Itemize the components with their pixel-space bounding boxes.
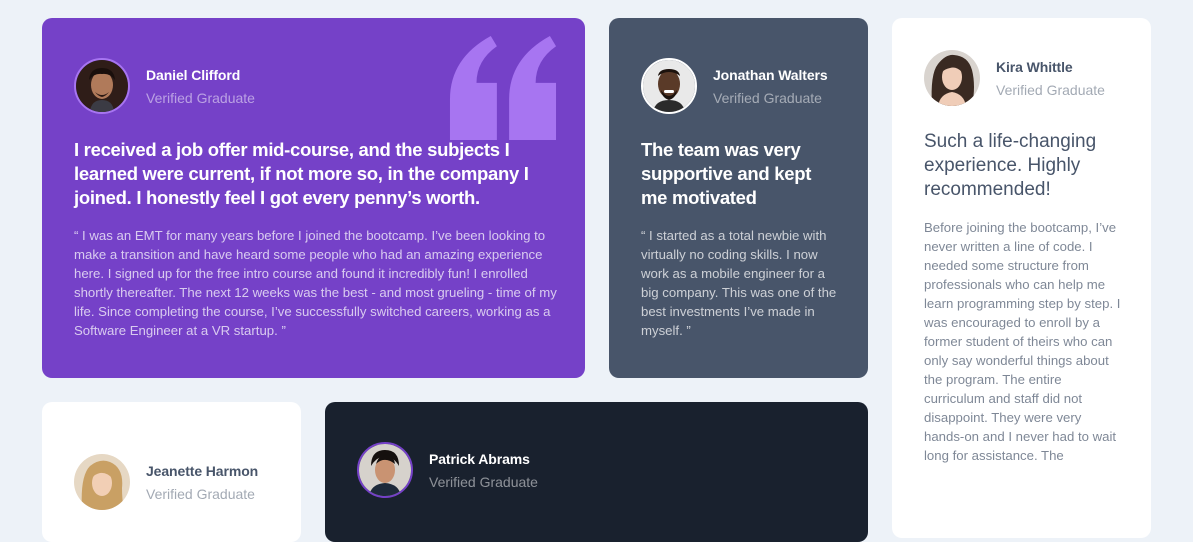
testimonial-headline: The team was very supportive and kept me… (641, 139, 812, 208)
testimonial-body: Before joining the bootcamp, I’ve never … (924, 220, 1121, 463)
author-info: Jeanette Harmon Verified Graduate (146, 461, 258, 504)
testimonial-card-kira: Kira Whittle Verified Graduate Such a li… (892, 18, 1151, 538)
testimonial-header: Jonathan Walters Verified Graduate (641, 58, 828, 114)
testimonial-header: Daniel Clifford Verified Graduate (74, 58, 255, 114)
author-info: Patrick Abrams Verified Graduate (429, 449, 538, 492)
testimonial-body: “ I started as a total newbie with virtu… (641, 228, 837, 338)
author-name: Kira Whittle (996, 58, 1073, 75)
testimonial-card-jeanette: Jeanette Harmon Verified Graduate (42, 402, 301, 542)
avatar (357, 442, 413, 498)
testimonial-body: “ I was an EMT for many years before I j… (74, 228, 557, 338)
author-name: Daniel Clifford (146, 66, 241, 83)
testimonial-header: Kira Whittle Verified Graduate (924, 50, 1105, 106)
author-info: Jonathan Walters Verified Graduate (713, 65, 828, 108)
testimonial-header: Patrick Abrams Verified Graduate (357, 442, 538, 498)
author-role: Verified Graduate (713, 89, 822, 106)
avatar (74, 454, 130, 510)
author-info: Kira Whittle Verified Graduate (996, 57, 1105, 100)
author-role: Verified Graduate (996, 81, 1105, 98)
avatar (641, 58, 697, 114)
quotation-mark-icon (449, 36, 557, 140)
author-info: Daniel Clifford Verified Graduate (146, 65, 255, 108)
author-name: Jeanette Harmon (146, 462, 259, 479)
testimonial-headline: Such a life-changing experience. Highly … (924, 131, 1097, 200)
author-role: Verified Graduate (146, 89, 255, 106)
author-role: Verified Graduate (429, 473, 538, 490)
avatar (924, 50, 980, 106)
testimonial-header: Jeanette Harmon Verified Graduate (74, 454, 258, 510)
author-name: Jonathan Walters (713, 66, 828, 83)
testimonial-card-patrick: Patrick Abrams Verified Graduate (325, 402, 868, 542)
avatar (74, 58, 130, 114)
author-role: Verified Graduate (146, 485, 255, 502)
testimonial-card-daniel: Daniel Clifford Verified Graduate I rece… (42, 18, 585, 378)
author-name: Patrick Abrams (429, 450, 530, 467)
testimonial-card-jonathan: Jonathan Walters Verified Graduate The t… (609, 18, 868, 378)
testimonial-headline: I received a job offer mid-course, and t… (74, 139, 529, 208)
